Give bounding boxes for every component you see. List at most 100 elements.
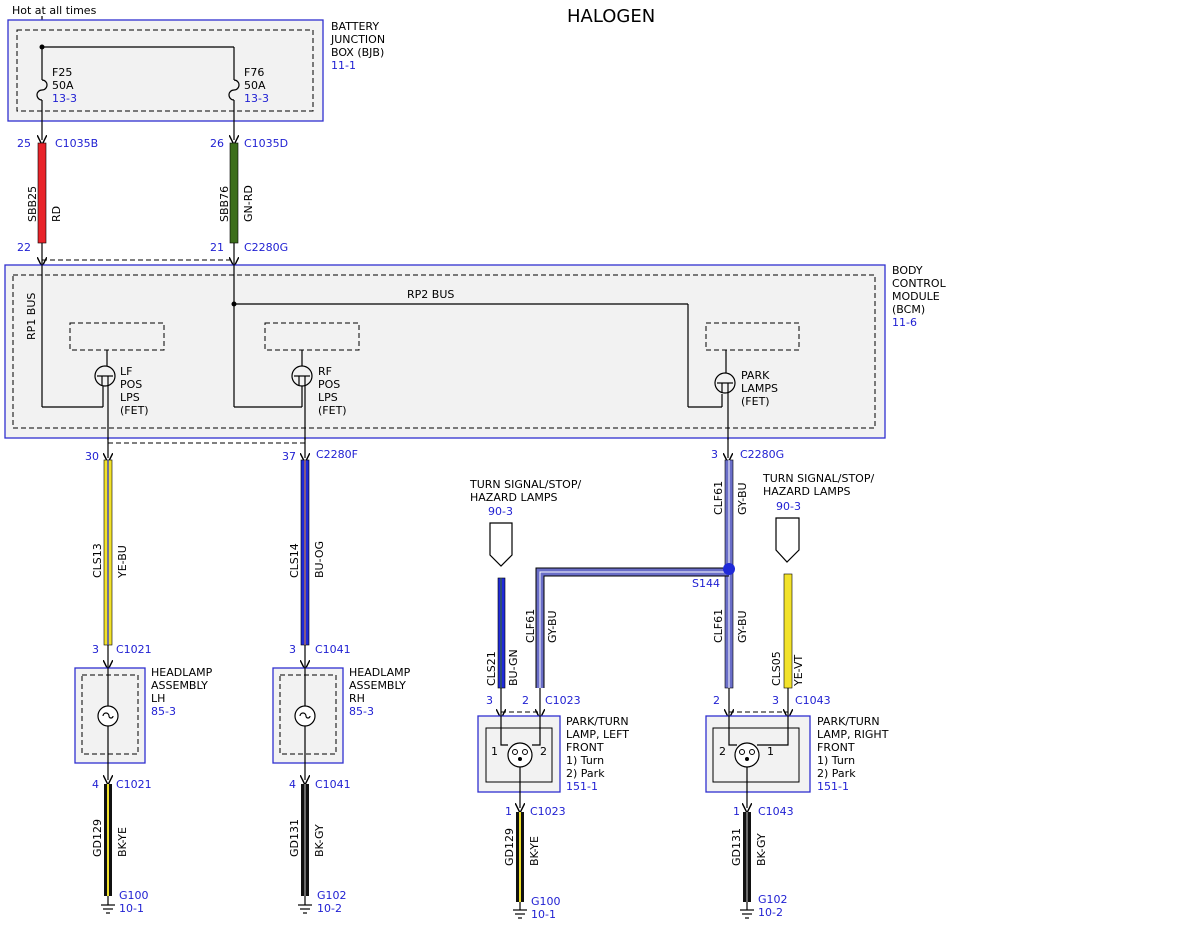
park-turn-lamp-left-label-4: 1) Turn — [566, 754, 604, 767]
park-turn-lamp-left-label-3: FRONT — [566, 741, 604, 754]
connector-c2280f: C2280F — [316, 448, 358, 461]
pin-25: 25 — [17, 137, 31, 150]
park-turn-lamp-left-label-2: LAMP, LEFT — [566, 728, 629, 741]
pin-3-bcm: 3 — [711, 448, 718, 461]
bjb-ref: 11-1 — [331, 59, 356, 72]
pin-3-c1041: 3 — [289, 643, 296, 656]
fuse-f76-ref: 13-3 — [244, 92, 269, 105]
park-turn-lamp-right-label-3: FRONT — [817, 741, 855, 754]
wire-sbb25 — [37, 142, 47, 244]
headlamp-lh-ref: 85-3 — [151, 705, 176, 718]
connector-c2280g-top: C2280G — [244, 241, 288, 254]
connector-c1041-top: C1041 — [315, 643, 351, 656]
fet-rf-label-1: RF — [318, 365, 332, 378]
wire-clf61-mid-circuit: CLF61 — [712, 609, 725, 643]
headlamp-rh-label-2: ASSEMBLY — [349, 679, 406, 692]
bcm-label-4: (BCM) — [892, 303, 925, 316]
headlamp-rh-bulb-icon — [294, 705, 316, 727]
headlamp-rh-label-1: HEADLAMP — [349, 666, 411, 679]
pin-1-c1023: 1 — [505, 805, 512, 818]
bcm-label-2: CONTROL — [892, 277, 947, 290]
fet-lf-label-2: POS — [120, 378, 142, 391]
wire-sbb76-circuit: SBB76 — [218, 186, 231, 222]
ground-g102-a-name: G102 — [317, 889, 347, 902]
turn-signal-left-label-1: TURN SIGNAL/STOP/ — [469, 478, 581, 491]
pin-21: 21 — [210, 241, 224, 254]
park-turn-lamp-right-front — [705, 714, 811, 808]
park-turn-lamp-left-label-1: PARK/TURN — [566, 715, 629, 728]
connector-c1035b: C1035B — [55, 137, 98, 150]
wire-clf61-top-color: GY-BU — [736, 482, 749, 515]
wire-gd131-a-circuit: GD131 — [288, 819, 301, 857]
wire-sbb76 — [229, 142, 239, 244]
turn-signal-left-ref: 90-3 — [488, 505, 513, 518]
connector-c2280g-bottom: C2280G — [740, 448, 784, 461]
ground-g102-a-ref: 10-2 — [317, 902, 342, 915]
wire-gd131-b-color: BK-GY — [755, 833, 768, 866]
fuse-f25-amps: 50A — [52, 79, 74, 92]
bcm-ref: 11-6 — [892, 316, 917, 329]
wire-gd129-b-color: BK-YE — [528, 836, 541, 866]
fet-rf-label-4: (FET) — [318, 404, 347, 417]
turn-signal-right-connector-icon — [775, 517, 800, 563]
wire-clf61-left-color: GY-BU — [546, 610, 559, 643]
park-turn-lamp-right-pin-1: 1 — [767, 745, 774, 758]
wire-sbb76-color: GN-RD — [242, 185, 255, 222]
fet-lf-label-4: (FET) — [120, 404, 149, 417]
pin-3-c1021: 3 — [92, 643, 99, 656]
hot-at-all-times-label: Hot at all times — [12, 4, 97, 17]
fet-park-label-2: LAMPS — [741, 382, 778, 395]
park-turn-lamp-left-pin-2: 2 — [540, 745, 547, 758]
headlamp-lh-label-3: LH — [151, 692, 165, 705]
headlamp-lh-label-1: HEADLAMP — [151, 666, 213, 679]
pin-4-c1041: 4 — [289, 778, 296, 791]
pin-3-c1023: 3 — [486, 694, 493, 707]
wire-sbb25-color: RD — [50, 206, 63, 222]
wire-gd131-b-circuit: GD131 — [730, 828, 743, 866]
park-turn-lamp-right-label-5: 2) Park — [817, 767, 856, 780]
park-turn-lamp-right-ref: 151-1 — [817, 780, 849, 793]
connector-c1041-bottom: C1041 — [315, 778, 351, 791]
wire-gd129-a-circuit: GD129 — [91, 819, 104, 857]
fet-park-label-3: (FET) — [741, 395, 770, 408]
rp1-bus-label: RP1 BUS — [25, 293, 38, 340]
connector-c1021-top: C1021 — [116, 643, 152, 656]
headlamp-rh-label-3: RH — [349, 692, 365, 705]
bcm-label-1: BODY — [892, 264, 923, 277]
splice-s144-label: S144 — [692, 577, 720, 590]
park-turn-lamp-left-pin-1: 1 — [491, 745, 498, 758]
bjb-label-2: JUNCTION — [330, 33, 385, 46]
headlamp-assembly-lh — [74, 665, 146, 780]
fuse-f25-name: F25 — [52, 66, 72, 79]
wire-sbb25-circuit: SBB25 — [26, 186, 39, 222]
wire-cls05-color: YE-VT — [792, 654, 805, 687]
wire-cls05 — [783, 573, 793, 689]
fet-lf-label-1: LF — [120, 365, 132, 378]
fuse-f76-amps: 50A — [244, 79, 266, 92]
wire-gd129-a-color: BK-YE — [116, 827, 129, 857]
splice-s144-icon — [723, 563, 735, 575]
park-turn-lamp-left-ref: 151-1 — [566, 780, 598, 793]
rp2-bus-label: RP2 BUS — [407, 288, 454, 301]
pin-22: 22 — [17, 241, 31, 254]
ground-g102-b-ref: 10-2 — [758, 906, 783, 919]
connector-c1023-bottom: C1023 — [530, 805, 566, 818]
diagram-title: HALOGEN — [567, 6, 655, 27]
park-turn-lamp-right-bulb-icon — [734, 742, 760, 768]
wire-cls14-circuit: CLS14 — [288, 543, 301, 578]
wiring-diagram: HALOGEN Hot at all times F25 50A 13-3 F7… — [4, 4, 947, 921]
fet-rf-label-3: LPS — [318, 391, 338, 404]
park-turn-lamp-left-bulb-icon — [507, 742, 533, 768]
headlamp-rh-ref: 85-3 — [349, 705, 374, 718]
turn-signal-left-label-2: HAZARD LAMPS — [470, 491, 557, 504]
headlamp-assembly-rh — [272, 665, 344, 780]
ground-g100-a-name: G100 — [119, 889, 149, 902]
pin-2-c1023: 2 — [522, 694, 529, 707]
pin-30: 30 — [85, 450, 99, 463]
pin-3-c1043: 3 — [772, 694, 779, 707]
wire-clf61-top-circuit: CLF61 — [712, 481, 725, 515]
turn-signal-right-label-2: HAZARD LAMPS — [763, 485, 850, 498]
park-turn-lamp-right-pin-2: 2 — [719, 745, 726, 758]
bjb-label-1: BATTERY — [331, 20, 379, 33]
pin-26: 26 — [210, 137, 224, 150]
